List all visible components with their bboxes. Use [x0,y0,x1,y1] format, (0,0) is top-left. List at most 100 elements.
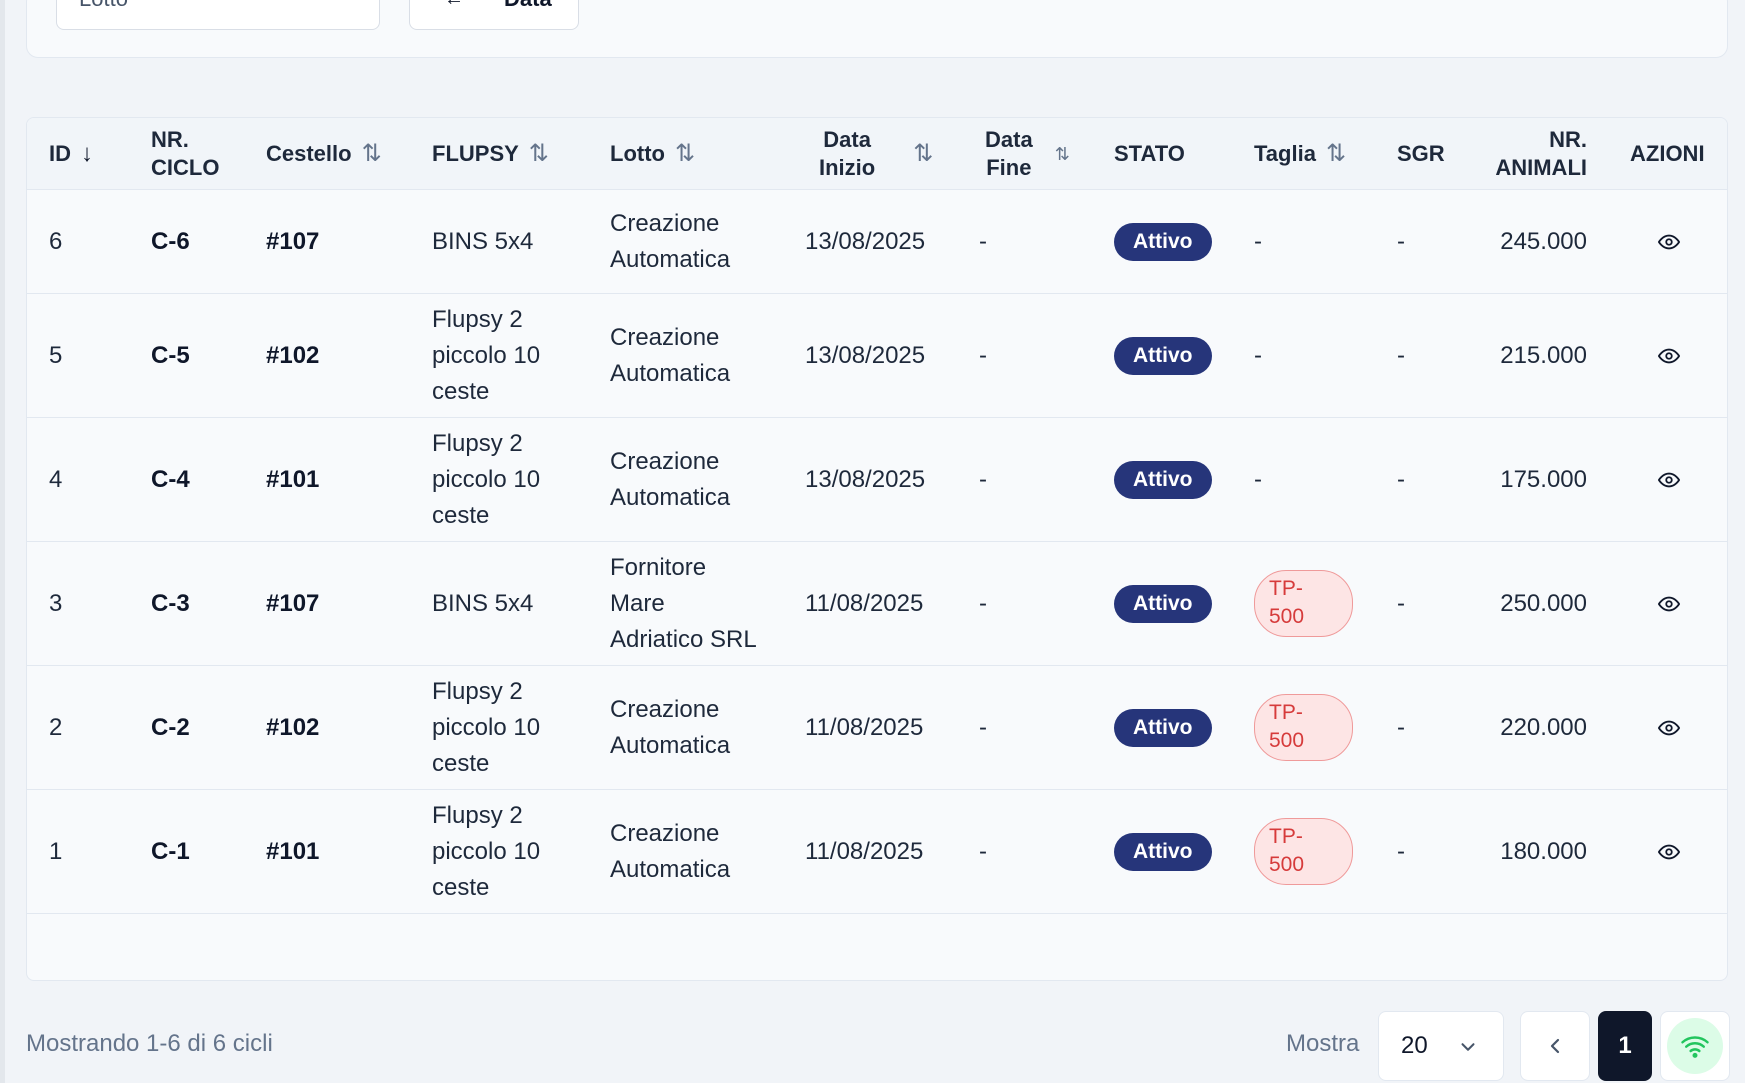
page-size-label: Mostra [1286,1030,1360,1057]
cell-id: 4 [49,465,63,493]
cell-animali: 180.000 [1500,837,1587,865]
cell-taglia: - [1254,418,1262,541]
sort-desc-icon: ↓ [81,140,93,167]
col-header-azioni: AZIONI [1630,141,1705,166]
cell-animali: 220.000 [1500,713,1587,741]
cell-data-inizio: 13/08/2025 [805,228,926,255]
cell-stato: Attivo [1114,191,1212,293]
view-button[interactable] [1654,418,1684,541]
connection-indicator [1667,1018,1723,1074]
cell-cestello: #101 [266,837,320,865]
view-button[interactable] [1654,191,1684,293]
cell-stato: Attivo [1114,294,1212,417]
col-header-id[interactable]: ID ↓ [49,118,93,190]
col-header-taglia[interactable]: Taglia ⇅ [1254,118,1346,190]
cell-sgr: - [1397,713,1405,741]
cell-animali: 215.000 [1500,341,1587,369]
size-badge: TP- 500 [1254,570,1353,637]
date-filter-label: Data [504,0,552,11]
col-header-sgr: SGR [1397,141,1445,166]
status-badge: Attivo [1114,336,1212,375]
cell-flupsy: Flupsy 2 piccolo 10 ceste [432,305,541,405]
wifi-icon [1681,1036,1709,1058]
cell-animali: 245.000 [1500,228,1587,255]
current-page-button[interactable]: 1 [1598,1011,1652,1081]
view-button[interactable] [1654,790,1684,913]
cell-animali: 250.000 [1500,589,1587,617]
page-size-value: 20 [1401,1032,1428,1059]
cell-data-inizio: 11/08/2025 [805,713,924,741]
cell-cestello: #107 [266,228,320,255]
cell-ciclo: C-1 [151,837,190,865]
page-size-select[interactable]: 20 [1378,1011,1504,1081]
cell-lotto: Creazione Automatica [610,447,731,511]
calendar-icon: ← [444,0,464,9]
table-row: 6 C-6 #107 BINS 5x4 Creazione Automatica 13/0… [27,191,1727,294]
cell-sgr: - [1397,837,1405,865]
cell-data-inizio: 13/08/2025 [805,465,926,493]
cell-id: 1 [49,837,63,865]
cell-ciclo: C-6 [151,228,190,255]
status-badge: Attivo [1114,832,1212,871]
sort-icon: ⇅ [913,140,934,167]
size-value: - [1254,465,1262,493]
cell-stato: Attivo [1114,666,1212,789]
date-filter-button[interactable]: ← Data [409,0,579,30]
eye-icon [1658,596,1680,611]
size-value: - [1254,341,1262,369]
sort-icon: ⇅ [1054,144,1070,164]
cell-taglia: - [1254,191,1262,293]
cell-data-fine: - [979,837,987,865]
col-header-lotto[interactable]: Lotto ⇅ [610,118,695,190]
cell-flupsy: BINS 5x4 [432,589,534,617]
table-row: 5 C-5 #102 Flupsy 2 piccolo 10 ceste Creazio… [27,294,1727,418]
cell-lotto: Creazione Automatica [610,819,731,883]
cell-taglia: TP- 500 [1254,790,1353,913]
status-badge: Attivo [1114,584,1212,623]
connection-status-button[interactable] [1660,1011,1730,1081]
eye-icon [1658,348,1680,363]
cell-data-inizio: 11/08/2025 [805,837,924,865]
col-header-cestello[interactable]: Cestello ⇅ [266,118,382,190]
view-button[interactable] [1654,294,1684,417]
cell-taglia: - [1254,294,1262,417]
cell-cestello: #101 [266,465,320,493]
results-summary: Mostrando 1-6 di 6 cicli [26,1030,273,1057]
view-button[interactable] [1654,666,1684,789]
cell-data-inizio: 11/08/2025 [805,589,924,617]
previous-page-button[interactable] [1520,1011,1590,1081]
cell-lotto: Fornitore Mare Adriatico SRL [610,553,757,653]
cell-cestello: #102 [266,341,320,369]
cell-cestello: #107 [266,589,320,617]
eye-icon [1658,234,1680,250]
cell-data-inizio: 13/08/2025 [805,341,926,369]
sort-icon: ⇅ [361,140,382,167]
eye-icon [1658,720,1680,735]
size-badge: TP- 500 [1254,818,1353,885]
eye-icon [1658,472,1680,487]
table-row: 3 C-3 #107 BINS 5x4 Fornitore Mare Adriatico… [27,542,1727,666]
view-button[interactable] [1654,542,1684,665]
col-header-data-fine[interactable]: Data Fine ⇅ [985,118,1070,190]
status-badge: Attivo [1114,460,1212,499]
col-header-animali: NR. ANIMALI [1495,127,1587,180]
cell-sgr: - [1397,465,1405,493]
cell-id: 2 [49,713,63,741]
cell-sgr: - [1397,341,1405,369]
col-header-data-inizio[interactable]: Data Inizio ⇅ [819,118,933,190]
cell-ciclo: C-5 [151,341,190,369]
cell-sgr: - [1397,228,1405,255]
left-edge [0,0,5,1083]
size-badge: TP- 500 [1254,694,1353,761]
cell-lotto: Creazione Automatica [610,695,731,759]
sort-icon: ⇅ [674,140,696,167]
chevron-down-icon [1461,1043,1475,1051]
chevron-left-icon [1550,1038,1560,1054]
col-header-flupsy[interactable]: FLUPSY ⇅ [432,118,549,190]
size-value: - [1254,228,1262,255]
cell-sgr: - [1397,589,1405,617]
cell-stato: Attivo [1114,790,1212,913]
table-header: ID ↓ NR. CICLO Cestello ⇅ FLUPSY ⇅ Lotto… [27,118,1727,190]
lotto-filter-select[interactable]: Lotto [56,0,380,30]
table-row: 2 C-2 #102 Flupsy 2 piccolo 10 ceste Creazio… [27,666,1727,790]
